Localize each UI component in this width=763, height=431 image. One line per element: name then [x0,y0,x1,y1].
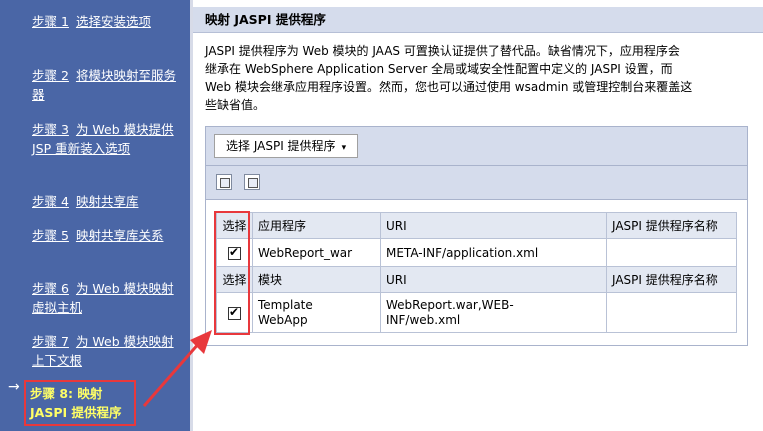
step-5-number[interactable]: 步骤 5 [32,228,69,243]
step-4-label[interactable]: 映射共享库 [76,194,139,209]
uri-column-header: URI [380,266,607,293]
page-title: 映射 JASPI 提供程序 [193,7,763,33]
selection-icon-bar [205,166,748,200]
step-4-link[interactable]: 步骤 4 映射共享库 [32,192,180,211]
application-header-row: 选择 应用程序 URI JASPI 提供程序名称 [216,212,737,239]
description-line-2: 继承在 WebSphere Application Server 全局或域安全性… [205,62,673,76]
select-jaspi-provider-button[interactable]: 选择 JASPI 提供程序 ▾ [214,134,359,158]
step-5-link[interactable]: 步骤 5 映射共享库关系 [32,226,180,245]
table-row: WebReport_war META-INF/application.xml [216,238,737,267]
provider-column-header: JASPI 提供程序名称 [606,212,737,239]
select-column-highlight-box [214,211,250,335]
application-column-header: 应用程序 [252,212,381,239]
application-provider-cell [606,238,737,267]
provider-column-header: JASPI 提供程序名称 [606,266,737,293]
step-1-link[interactable]: 步骤 1 选择安装选项 [32,12,180,31]
module-uri-line1: WebReport.war,WEB- [386,297,514,312]
step-3-link[interactable]: 步骤 3为 Web 模块提供 JSP 重新装入选项 [32,120,180,158]
step-4-number[interactable]: 步骤 4 [32,194,69,209]
application-uri-cell: META-INF/application.xml [380,238,607,267]
chevron-down-icon: ▾ [341,143,347,153]
description-line-3: Web 模块会继承应用程序设置。然而，您也可以通过使用 wsadmin 或管理控… [205,80,693,94]
description-line-1: JASPI 提供程序为 Web 模块的 JAAS 可置换认证提供了替代品。缺省情… [205,44,680,58]
step-1-number[interactable]: 步骤 1 [32,14,69,29]
annotation-arrow-icon [142,330,212,407]
module-header-row: 选择 模块 URI JASPI 提供程序名称 [216,266,737,293]
description-line-4: 些缺省值。 [205,98,266,112]
step-7-number[interactable]: 步骤 7 [32,334,69,349]
step-6-number[interactable]: 步骤 6 [32,281,69,296]
module-name-line2: WebApp [258,312,308,327]
uri-column-header: URI [380,212,607,239]
current-step-arrow-icon: → [8,379,20,395]
step-3-number[interactable]: 步骤 3 [32,122,69,137]
module-column-header: 模块 [252,266,381,293]
select-all-icon[interactable] [216,174,232,190]
jaspi-mapping-table: 选择 应用程序 URI JASPI 提供程序名称 WebReport_war M… [216,212,737,333]
step-2-number[interactable]: 步骤 2 [32,68,69,83]
module-uri-cell: WebReport.war,WEB- INF/web.xml [380,292,607,333]
module-uri-line2: INF/web.xml [386,312,461,327]
module-provider-cell [606,292,737,333]
step-1-label[interactable]: 选择安装选项 [76,14,151,29]
table-row: Template WebApp WebReport.war,WEB- INF/w… [216,292,737,333]
select-jaspi-provider-label: 选择 JASPI 提供程序 [226,139,336,153]
step-5-label[interactable]: 映射共享库关系 [76,228,164,243]
step-6-link[interactable]: 步骤 6为 Web 模块映射虚拟主机 [32,279,180,317]
description-text: JASPI 提供程序为 Web 模块的 JAAS 可置换认证提供了替代品。缺省情… [205,42,745,114]
current-step-highlight-box [24,380,136,426]
deselect-all-icon[interactable] [244,174,260,190]
step-2-link[interactable]: 步骤 2 将模块映射至服务器 [32,66,180,104]
mapping-table-panel: 选择 应用程序 URI JASPI 提供程序名称 WebReport_war M… [205,200,748,346]
module-name-cell: Template WebApp [252,292,381,333]
application-name-cell: WebReport_war [252,238,381,267]
module-name-line1: Template [258,297,313,312]
action-toolbar: 选择 JASPI 提供程序 ▾ [205,126,748,166]
